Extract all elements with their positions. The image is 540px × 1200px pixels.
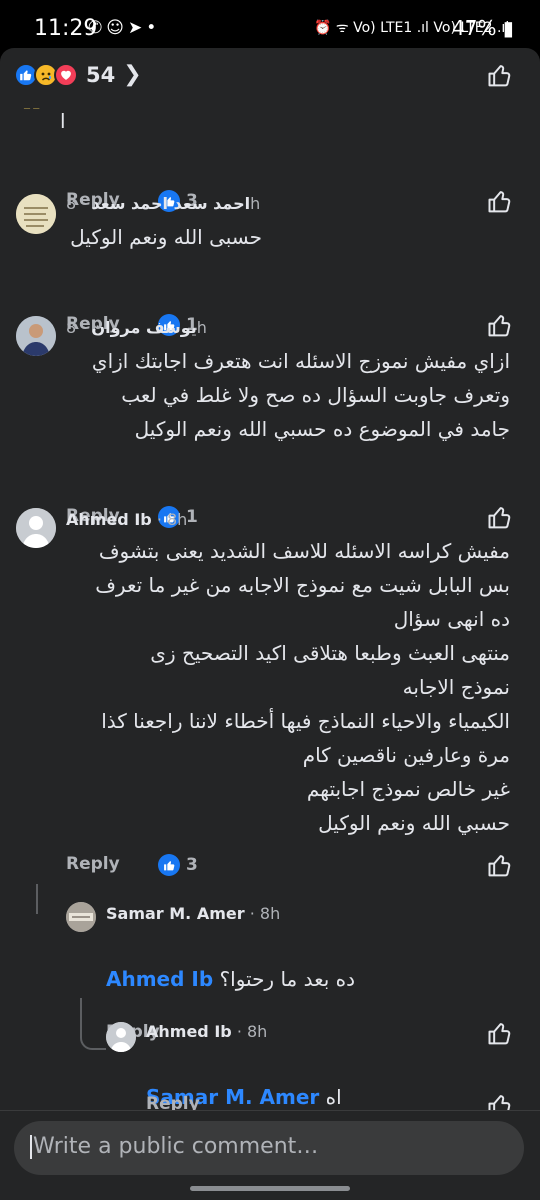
chevron-right-icon: ❯	[123, 62, 142, 87]
comment-text: ده بعد ما رحتوا؟	[219, 967, 356, 991]
like-comment-button[interactable]	[486, 852, 514, 884]
comment-time[interactable]: 8h	[167, 510, 187, 529]
reply-item: Samar M. Amer · 8h Ahmed Ib ده بعد ما رح…	[0, 900, 540, 1045]
thumbs-up-icon	[488, 855, 511, 877]
comment-body: Ahmed Ib ده بعد ما رحتوا؟	[106, 928, 355, 996]
comments-sheet: 54 ❯ ─ ─ ا Reply 3 احمد سعد احمد سعد · 8…	[0, 48, 540, 1200]
comment-meta: احمد سعد احمد سعد · 8h	[66, 194, 261, 213]
reaction-count: 54	[86, 62, 116, 87]
avatar: ─ ─	[24, 104, 40, 115]
comment-input-placeholder: Write a public comment…	[33, 1134, 319, 1159]
comment-item: احمد سعد احمد سعد · 8h حسبى الله ونعم ال…	[0, 190, 540, 337]
battery-level: 47% ▮	[452, 16, 514, 40]
reply-item: Ahmed Ib · 8h Samar M. Amer اه Reply	[0, 1018, 540, 1117]
author-name[interactable]: يوسف مروان	[91, 318, 196, 337]
avatar	[16, 508, 56, 548]
reactions-bar: 54 ❯	[0, 48, 540, 104]
like-post-button[interactable]	[486, 62, 514, 94]
comment-item: ─ ─ ا Reply 3	[0, 104, 540, 213]
thumbs-up-icon	[488, 65, 511, 87]
author-name[interactable]: Ahmed Ib	[146, 1022, 232, 1041]
comment-time[interactable]: 8h	[247, 1022, 267, 1041]
reply-button[interactable]: Reply	[66, 854, 120, 874]
comment-meta: Ahmed Ib · 8h	[146, 1022, 268, 1041]
like-count: 3	[186, 855, 198, 875]
dot-icon: •	[146, 18, 161, 38]
snapchat-icon: ☺	[106, 18, 128, 38]
comment-meta: Samar M. Amer · 8h	[106, 904, 281, 923]
comment-body: حسبى الله ونعم الوكيل	[70, 225, 262, 249]
avatar	[16, 316, 56, 356]
author-name[interactable]: احمد سعد احمد سعد	[91, 194, 250, 213]
notification-icons: ✆☺➤•	[88, 18, 160, 38]
comment-time[interactable]: 8h	[260, 904, 280, 923]
author-name[interactable]: Samar M. Amer	[106, 904, 245, 923]
mention-link[interactable]: Ahmed Ib	[106, 967, 213, 991]
comment-input[interactable]: Write a public comment…	[14, 1121, 524, 1175]
comment-likes[interactable]: 3	[158, 854, 198, 876]
text-caret	[30, 1135, 32, 1159]
comment-body: ا	[60, 109, 66, 133]
reactions-summary[interactable]: 54 ❯	[14, 62, 142, 87]
comment-meta: Ahmed Ib · 8h	[66, 510, 188, 529]
battery-icon: ▮	[496, 16, 514, 40]
love-icon	[54, 62, 78, 87]
avatar	[106, 1022, 136, 1052]
comment-item: Ahmed Ib · 8h مفيش كراسه الاسئله للاسف ا…	[0, 506, 540, 906]
avatar	[16, 194, 56, 234]
home-indicator[interactable]	[190, 1186, 350, 1191]
comment-body: ازاي مفيش نموزج الاسئله انت هتعرف اجابتك…	[91, 349, 510, 441]
like-icon	[158, 854, 180, 876]
comment-meta: يوسف مروان · 8h	[66, 318, 207, 337]
avatar	[66, 902, 96, 932]
comment-text: اه	[325, 1085, 342, 1109]
comment-item: يوسف مروان · 8h ازاي مفيش نموزج الاسئله …	[0, 314, 540, 529]
whatsapp-icon: ✆	[88, 18, 107, 38]
author-name[interactable]: Ahmed Ib	[66, 510, 152, 529]
comment-body: مفيش كراسه الاسئله للاسف الشديد يعنى بتش…	[95, 539, 510, 835]
telegram-icon: ➤	[127, 18, 147, 38]
